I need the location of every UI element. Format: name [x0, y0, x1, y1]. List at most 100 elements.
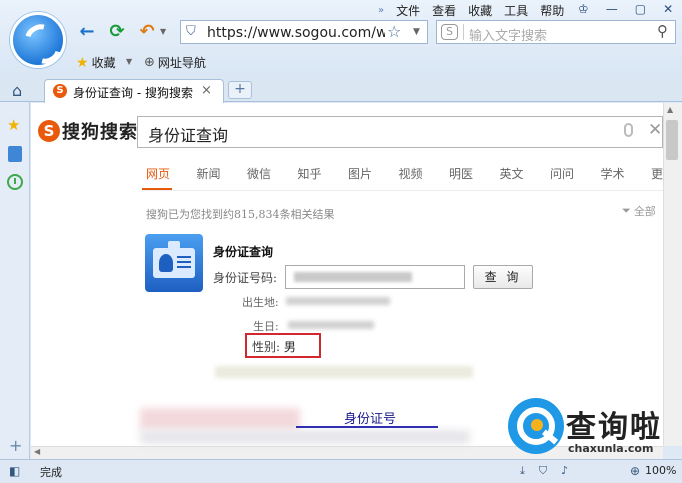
menu-view[interactable]: 查看 [432, 2, 456, 19]
scroll-left-icon[interactable]: ◀ [34, 447, 40, 456]
result-link[interactable]: 身份证号 [344, 408, 396, 427]
menu-bar: » 文件 查看 收藏 工具 帮助 [378, 2, 564, 19]
minimize-button[interactable]: — [606, 2, 618, 16]
birthplace-label: 出生地: [242, 296, 279, 309]
watermark-title: 查询啦 [566, 410, 662, 445]
shield-status-icon[interactable]: ⛉ [539, 464, 547, 478]
scroll-up-icon[interactable]: ▲ [667, 105, 673, 114]
address-bar[interactable]: ⛉ https://www.sogou.com/we ☆ ▼ [180, 20, 428, 44]
shield-icon: ⛉ [186, 24, 196, 39]
divider [142, 190, 663, 191]
tab-zhihu[interactable]: 知乎 [298, 165, 349, 182]
status-icons: ⤓ ⛉ ♪ [520, 464, 568, 478]
download-icon[interactable]: ⤓ [520, 464, 525, 478]
zoom-level[interactable]: 100% [645, 464, 676, 477]
sogou-s-icon: S [38, 120, 60, 142]
search-input[interactable]: 输入文字搜索 [469, 25, 547, 44]
back-button[interactable]: ← [76, 21, 98, 43]
sogou-search-icon[interactable]: S [441, 24, 458, 40]
close-tab-icon[interactable]: × [201, 83, 212, 98]
add-sidebar-icon[interactable]: + [9, 436, 22, 455]
id-number-label: 身份证号码: [213, 271, 278, 285]
new-tab-button[interactable]: + [228, 81, 252, 99]
id-number-input[interactable] [285, 265, 465, 289]
restore-button[interactable]: ▢ [635, 2, 646, 16]
site-nav-label: 网址导航 [157, 56, 206, 70]
tab-english[interactable]: 英文 [500, 165, 551, 182]
result-count: 搜狗已为您找到约815,834条相关结果 [146, 208, 335, 221]
tab-images[interactable]: 图片 [348, 165, 399, 182]
id-card-icon [145, 234, 203, 292]
sogou-favicon-icon: S [53, 84, 67, 98]
page-search-box[interactable]: 身份证查询 ✕ [137, 116, 663, 148]
chevron-down-icon[interactable]: ▼ [413, 27, 420, 37]
menu-tools[interactable]: 工具 [504, 2, 528, 19]
gender-row: 性别: 男 [252, 338, 296, 355]
volume-icon[interactable]: ♪ [561, 464, 568, 478]
reading-book-icon[interactable] [8, 146, 22, 162]
tab-web[interactable]: 网页 [146, 165, 197, 182]
tab-wechat[interactable]: 微信 [247, 165, 298, 182]
favorites-star-icon[interactable]: ★ [7, 116, 20, 134]
filter-label: 全部 [633, 205, 656, 218]
redacted-id-number [294, 272, 412, 282]
favorites-label: 收藏 [91, 56, 116, 70]
tab-title: 身份证查询 - 搜狗搜索 [73, 86, 193, 100]
menu-help[interactable]: 帮助 [540, 2, 564, 19]
clear-icon[interactable]: ✕ [648, 120, 662, 140]
menu-file[interactable]: 文件 [396, 2, 420, 19]
tab-medical[interactable]: 明医 [449, 165, 500, 182]
status-bar [0, 459, 682, 483]
query-button[interactable]: 查 询 [473, 265, 533, 289]
tab-sogou-search[interactable]: S 身份证查询 - 搜狗搜索 × [44, 79, 224, 103]
card-title: 身份证查询 [213, 245, 274, 259]
magnifier-icon[interactable]: ⚲ [657, 22, 668, 40]
redacted-result-snippet [140, 408, 300, 430]
microphone-icon[interactable] [624, 123, 633, 137]
funnel-icon: ⏷ [622, 204, 631, 217]
page-search-input[interactable]: 身份证查询 [148, 122, 228, 146]
menu-favorites[interactable]: 收藏 [468, 2, 492, 19]
watermark-logo-icon [508, 398, 564, 454]
zoom-icon[interactable]: ⊕ [630, 464, 640, 478]
sogou-browser-logo[interactable] [10, 12, 66, 68]
sidebar-toggle-icon[interactable]: ◧ [9, 464, 20, 478]
sogou-search-logo[interactable]: S 搜狗搜索 [38, 118, 138, 144]
close-window-button[interactable]: ✕ [663, 2, 673, 16]
divider [463, 24, 464, 40]
id-card-portrait [159, 254, 173, 272]
tab-video[interactable]: 视频 [399, 165, 450, 182]
home-icon[interactable]: ⌂ [12, 81, 22, 100]
undo-close-tab-button[interactable]: ↶ [136, 21, 158, 43]
gender-value: 男 [283, 340, 296, 354]
redacted-birthplace [286, 297, 390, 305]
tab-scholar[interactable]: 学术 [601, 165, 652, 182]
menu-chevron-icon: » [378, 4, 385, 16]
chevron-down-icon[interactable]: ▼ [126, 57, 132, 66]
site-nav-button[interactable]: ⊕ 网址导航 [144, 54, 206, 71]
favorites-button[interactable]: ★ 收藏 [76, 54, 116, 71]
refresh-button[interactable]: ⟳ [106, 21, 128, 43]
star-icon: ★ [76, 54, 89, 71]
redacted-birthday [288, 321, 374, 329]
tab-news[interactable]: 新闻 [197, 165, 248, 182]
chevron-down-icon[interactable]: ▼ [160, 27, 166, 36]
tab-more[interactable]: 更 [651, 165, 682, 182]
window-controls: ♔ — ▢ ✕ [578, 2, 673, 16]
bookmark-star-icon[interactable]: ☆ [387, 22, 401, 41]
watermark-url: chaxunla.com [568, 442, 654, 455]
history-clock-icon[interactable] [7, 174, 23, 190]
search-box[interactable]: S 输入文字搜索 ⚲ [436, 20, 676, 44]
vertical-tabs: 网页 新闻 微信 知乎 图片 视频 明医 英文 问问 学术 更 [146, 165, 682, 182]
gender-label: 性别: [252, 340, 281, 354]
result-link-underline [296, 426, 438, 428]
address-input[interactable]: https://www.sogou.com/we [207, 25, 385, 41]
redacted-result-snippet [140, 430, 470, 444]
id-card-face [153, 248, 195, 278]
tab-wenwen[interactable]: 问问 [550, 165, 601, 182]
id-card-lines [177, 256, 191, 258]
skin-icon[interactable]: ♔ [578, 2, 589, 16]
filter-button[interactable]: ⏷ 全部 [622, 203, 656, 219]
vertical-scroll-thumb[interactable] [666, 120, 678, 160]
status-text: 完成 [40, 466, 62, 479]
